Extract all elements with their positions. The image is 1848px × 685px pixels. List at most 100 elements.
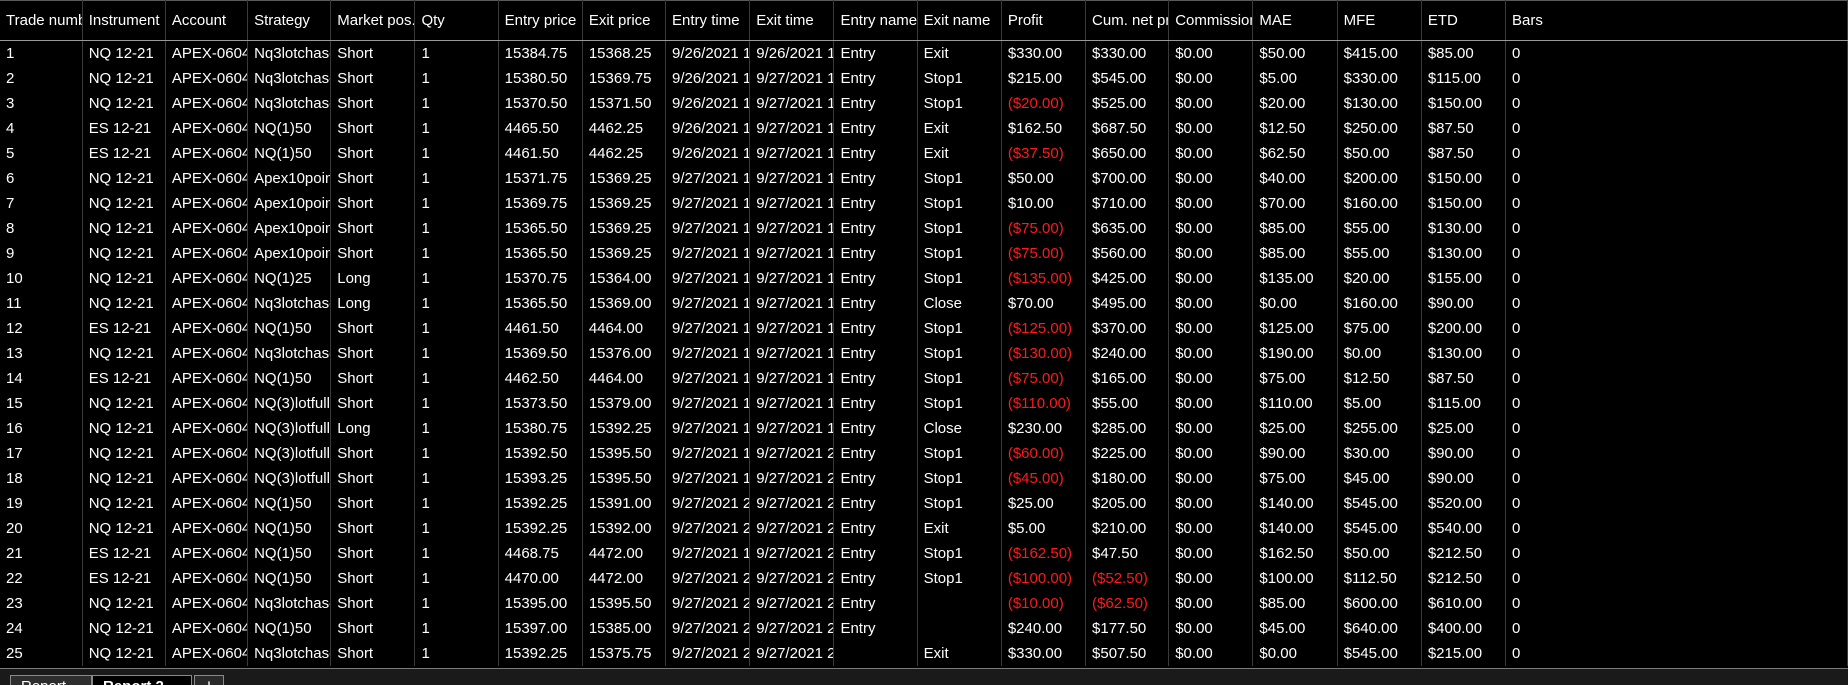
column-header[interactable]: Market pos. [330, 0, 416, 41]
table-cell: 0 [1505, 490, 1848, 516]
table-row[interactable]: 12ES 12-21APEX-0604-2NQ(1)50Short14461.5… [0, 315, 1848, 341]
table-cell: Stop1 [917, 65, 1002, 91]
table-cell: Short [330, 590, 416, 616]
table-row[interactable]: 11NQ 12-21APEX-0604-2Nq3lotchaseLong1153… [0, 290, 1848, 316]
table-row[interactable]: 9NQ 12-21APEX-0604-2Apex10pointShort1153… [0, 240, 1848, 266]
column-header[interactable]: ETD [1421, 0, 1507, 41]
table-cell: NQ(1)50 [247, 315, 332, 341]
table-row[interactable]: 2NQ 12-21APEX-0604-2Nq3lotchaseShort1153… [0, 65, 1848, 91]
table-cell: 15 [0, 390, 83, 416]
table-cell: Short [330, 615, 416, 641]
table-row[interactable]: 1NQ 12-21APEX-0604-2Nq3lotchaseShort1153… [0, 40, 1848, 66]
table-cell: $0.00 [1168, 340, 1254, 366]
column-header[interactable]: Strategy [247, 0, 332, 41]
table-cell: Nq3lotchase [247, 640, 332, 666]
column-header[interactable]: Qty [414, 0, 499, 41]
table-cell: NQ 12-21 [82, 290, 166, 316]
table-cell: Nq3lotchase [247, 340, 332, 366]
table-row[interactable]: 7NQ 12-21APEX-0604-2Apex10pointShort1153… [0, 190, 1848, 216]
table-cell: 24 [0, 615, 83, 641]
column-header[interactable]: Entry time [665, 0, 751, 41]
table-cell: 9/27/2021 1:4 [749, 365, 835, 391]
table-row[interactable]: 20NQ 12-21APEX-0604-2NQ(1)50Short115392.… [0, 515, 1848, 541]
column-header[interactable]: Instrument [82, 0, 166, 41]
column-header[interactable]: Exit price [582, 0, 667, 41]
table-cell: NQ 12-21 [82, 215, 166, 241]
table-cell: APEX-0604-2 [165, 240, 249, 266]
column-header[interactable]: MFE [1337, 0, 1422, 41]
table-row[interactable]: 21ES 12-21APEX-0604-2NQ(1)50Short14468.7… [0, 540, 1848, 566]
table-row[interactable]: 17NQ 12-21APEX-0604-2NQ(3)lotfullsShort1… [0, 440, 1848, 466]
column-header[interactable]: Cum. net profit [1085, 0, 1170, 41]
table-cell: ($110.00) [1001, 390, 1087, 416]
column-header[interactable]: Entry name [833, 0, 918, 41]
table-cell: ($60.00) [1001, 440, 1087, 466]
table-cell: NQ 12-21 [82, 640, 166, 666]
column-header[interactable]: Account [165, 0, 249, 41]
table-cell: $0.00 [1168, 415, 1254, 441]
table-cell: 1 [414, 365, 499, 391]
table-cell: 15392.25 [582, 415, 667, 441]
table-row[interactable]: 25NQ 12-21APEX-0604-2Nq3lotchaseShort115… [0, 640, 1848, 666]
table-row[interactable]: 15NQ 12-21APEX-0604-2NQ(3)lotfullsShort1… [0, 390, 1848, 416]
table-cell: NQ(1)50 [247, 365, 332, 391]
table-cell: 1 [414, 90, 499, 116]
table-cell: Short [330, 465, 416, 491]
table-cell: 9/27/2021 1:5 [665, 540, 751, 566]
column-header[interactable]: Exit time [749, 0, 835, 41]
table-cell: 0 [1505, 590, 1848, 616]
table-cell: 15364.00 [582, 265, 667, 291]
table-row[interactable]: 8NQ 12-21APEX-0604-2Apex10pointShort1153… [0, 215, 1848, 241]
table-cell: 1 [414, 490, 499, 516]
table-cell: APEX-0604-2 [165, 190, 249, 216]
table-cell: 23 [0, 590, 83, 616]
table-cell: 9/27/2021 1:0 [749, 165, 835, 191]
column-header[interactable]: Trade number [0, 0, 83, 41]
column-header[interactable]: Profit [1001, 0, 1087, 41]
table-cell: Entry [833, 615, 918, 641]
table-row[interactable]: 5ES 12-21APEX-0604-2NQ(1)50Short14461.50… [0, 140, 1848, 166]
table-cell: 15380.50 [498, 65, 583, 91]
table-cell: 4462.25 [582, 115, 667, 141]
table-cell: $85.00 [1252, 215, 1338, 241]
table-row[interactable]: 19NQ 12-21APEX-0604-2NQ(1)50Short115392.… [0, 490, 1848, 516]
table-row[interactable]: 23NQ 12-21APEX-0604-2Nq3lotchaseShort115… [0, 590, 1848, 616]
column-header[interactable]: Bars [1505, 0, 1848, 41]
table-row[interactable]: 18NQ 12-21APEX-0604-2NQ(3)lotfullsShort1… [0, 465, 1848, 491]
table-cell: $75.00 [1252, 465, 1338, 491]
column-header[interactable]: Entry price [498, 0, 583, 41]
table-cell: 9/27/2021 2:0 [665, 615, 751, 641]
header-row: Trade numberInstrumentAccountStrategyMar… [0, 0, 1848, 41]
table-cell: 2 [0, 65, 83, 91]
table-cell: 1 [414, 390, 499, 416]
table-cell: $140.00 [1252, 490, 1338, 516]
table-cell: APEX-0604-2 [165, 590, 249, 616]
column-header[interactable]: MAE [1252, 0, 1338, 41]
table-row[interactable]: 10NQ 12-21APEX-0604-2NQ(1)25Long115370.7… [0, 265, 1848, 291]
table-row[interactable]: 6NQ 12-21APEX-0604-2Apex10pointShort1153… [0, 165, 1848, 191]
table-cell: 11 [0, 290, 83, 316]
table-cell: $545.00 [1337, 640, 1422, 666]
table-cell: Short [330, 440, 416, 466]
table-row[interactable]: 16NQ 12-21APEX-0604-2NQ(3)lotfullsLong11… [0, 415, 1848, 441]
column-header[interactable]: Exit name [917, 0, 1002, 41]
table-cell: Stop1 [917, 315, 1002, 341]
table-row[interactable]: 14ES 12-21APEX-0604-2NQ(1)50Short14462.5… [0, 365, 1848, 391]
table-cell: 9/27/2021 12 [665, 165, 751, 191]
table-cell: ES 12-21 [82, 315, 166, 341]
table-cell: 9/27/2021 1:5 [665, 465, 751, 491]
column-header[interactable]: Commission [1168, 0, 1254, 41]
table-row[interactable]: 24NQ 12-21APEX-0604-2NQ(1)50Short115397.… [0, 615, 1848, 641]
table-cell: $75.00 [1252, 365, 1338, 391]
table-cell: 15385.00 [582, 615, 667, 641]
table-row[interactable]: 4ES 12-21APEX-0604-2NQ(1)50Short14465.50… [0, 115, 1848, 141]
table-row[interactable]: 13NQ 12-21APEX-0604-2Nq3lotchaseShort115… [0, 340, 1848, 366]
table-cell: 1 [414, 615, 499, 641]
table-row[interactable]: 22ES 12-21APEX-0604-2NQ(1)50Short14470.0… [0, 565, 1848, 591]
table-cell: Short [330, 365, 416, 391]
table-cell: ($20.00) [1001, 90, 1087, 116]
table-cell: NQ 12-21 [82, 590, 166, 616]
table-cell: $55.00 [1085, 390, 1170, 416]
table-row[interactable]: 3NQ 12-21APEX-0604-2Nq3lotchaseShort1153… [0, 90, 1848, 116]
table-cell: $0.00 [1168, 565, 1254, 591]
